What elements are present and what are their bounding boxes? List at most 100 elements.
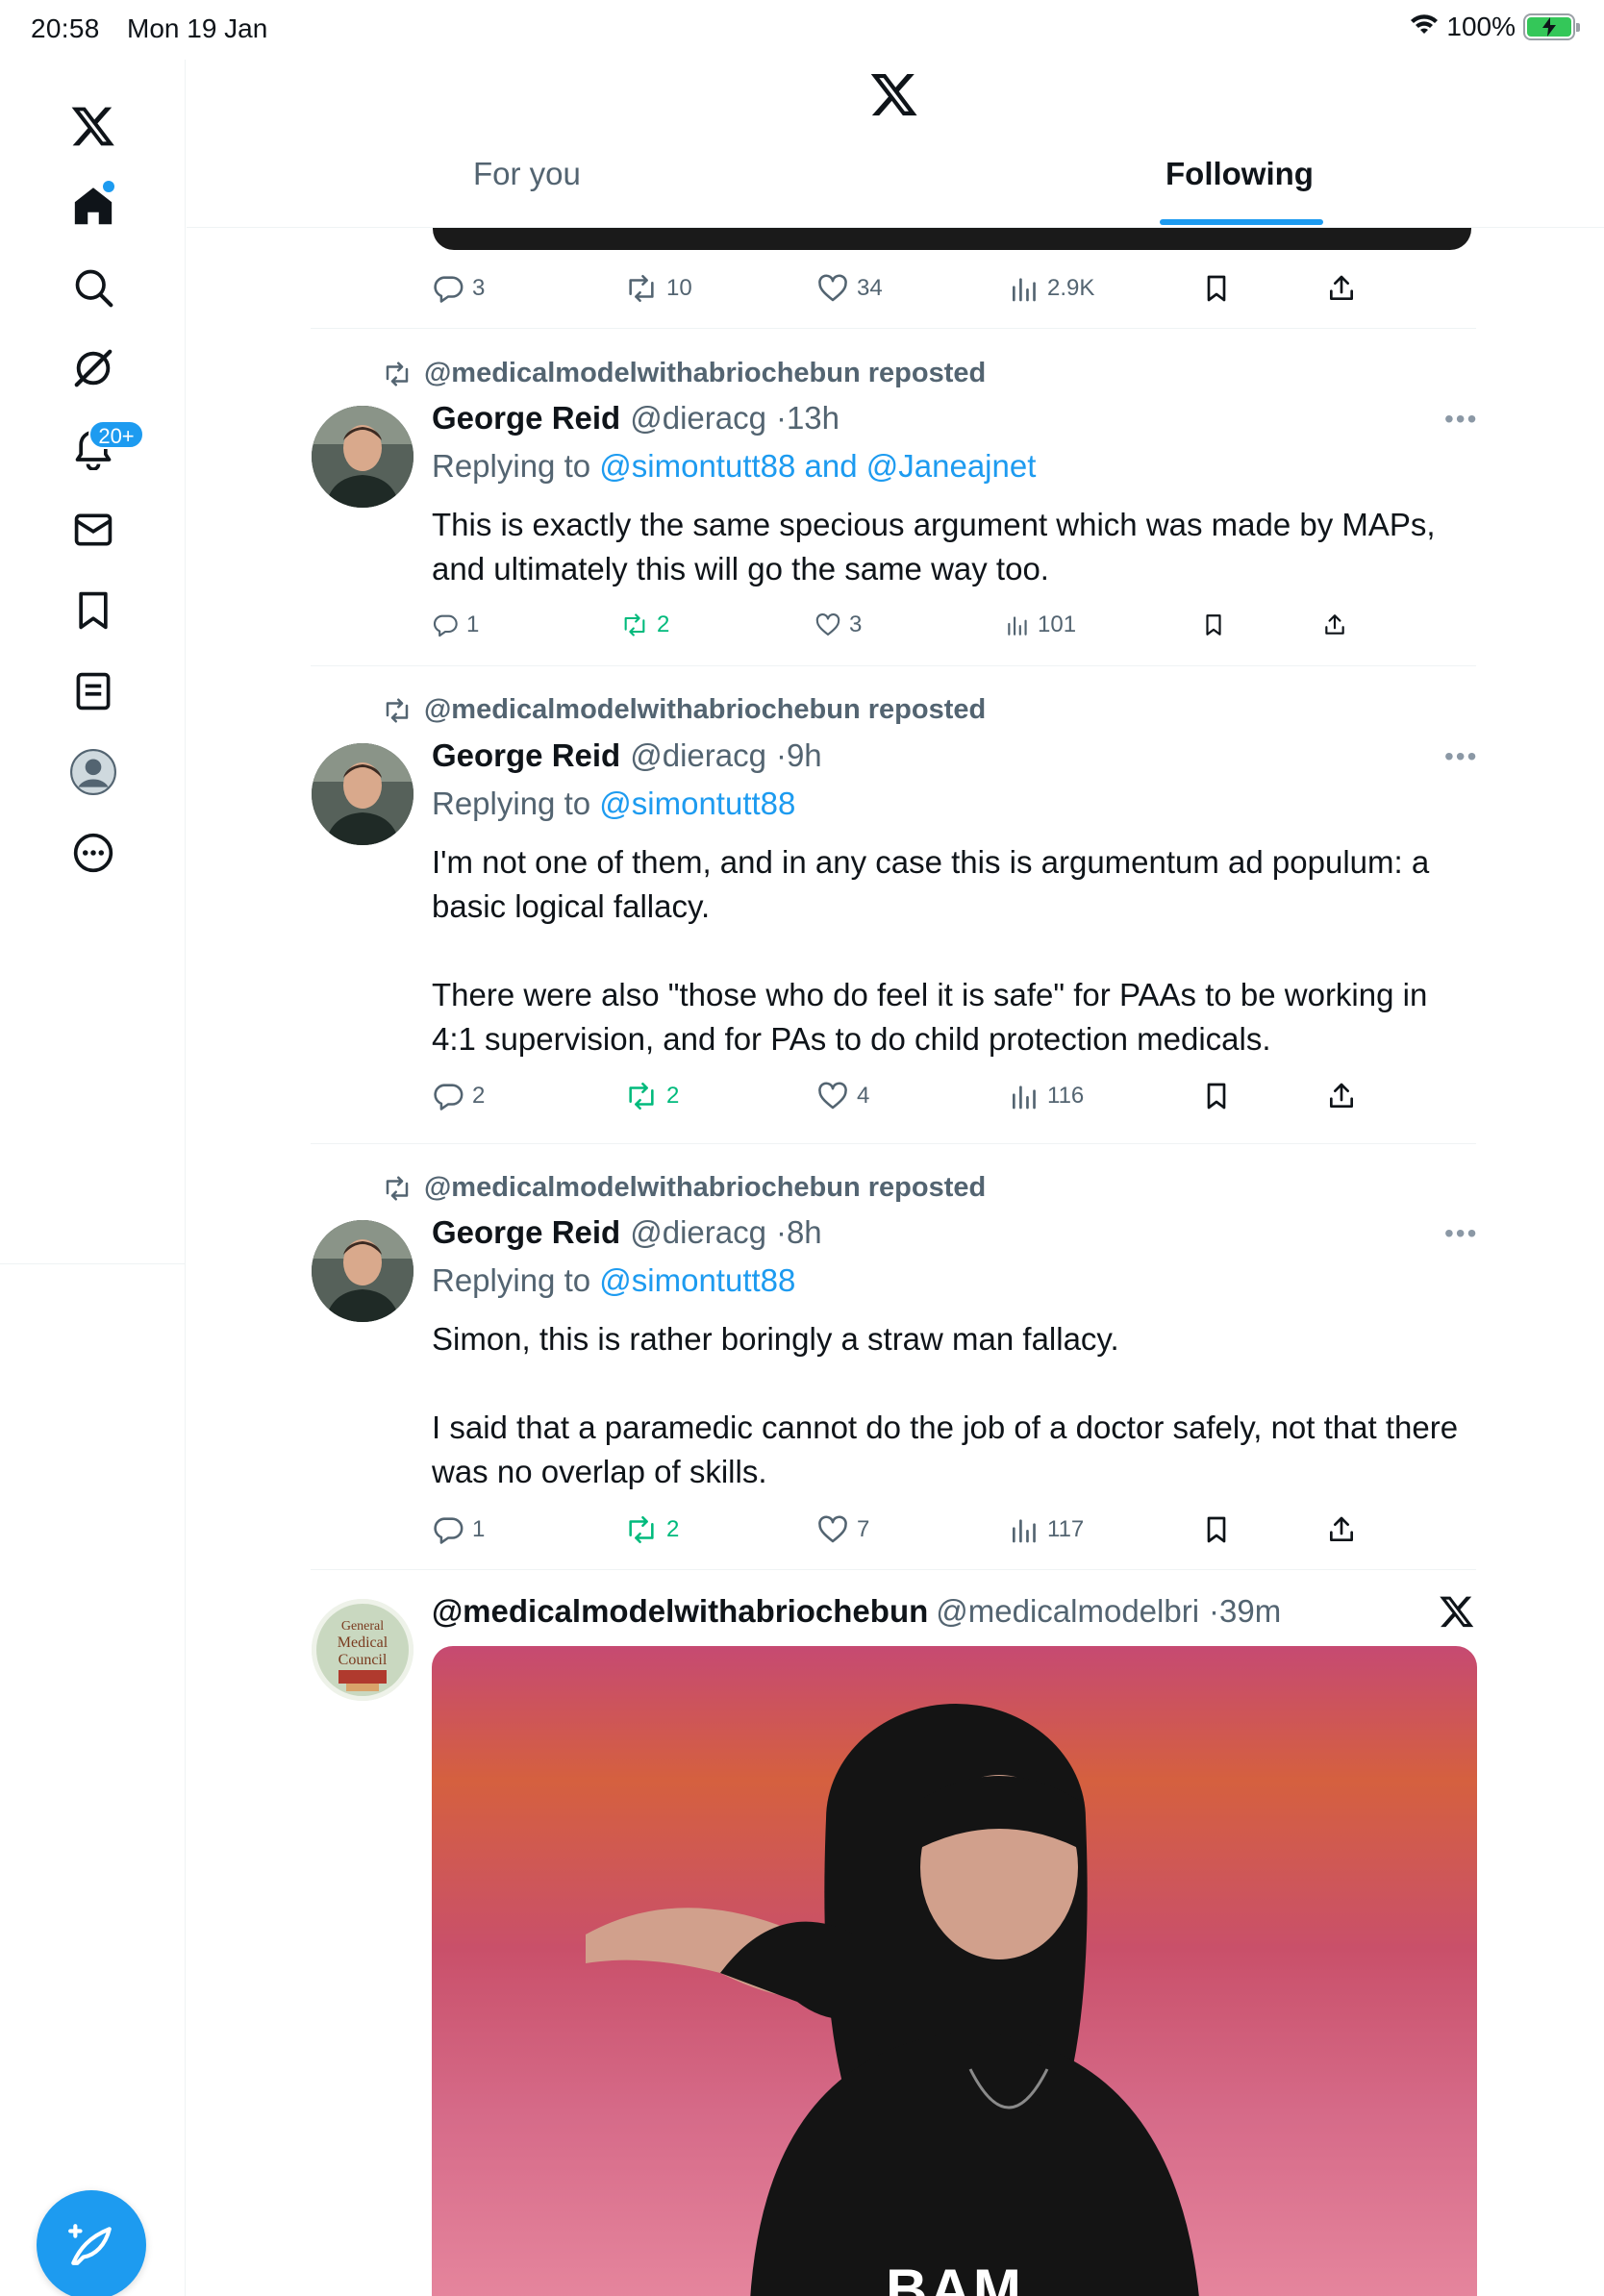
- like-button[interactable]: 4: [816, 1075, 869, 1117]
- messages-icon[interactable]: [50, 487, 137, 573]
- author-handle[interactable]: @medicalmodelbri: [936, 1593, 1199, 1630]
- repost-context: @medicalmodelwithabriochebun reposted: [382, 694, 986, 726]
- author-handle[interactable]: @dieracg: [630, 1214, 766, 1251]
- replying-to-prefix: Replying to: [432, 448, 591, 484]
- avatar[interactable]: General Medical Council: [312, 1599, 414, 1701]
- repost-context-label: @medicalmodelwithabriochebun reposted: [424, 1172, 987, 1203]
- replying-to-link[interactable]: @simontutt88 and @Janeajnet: [599, 448, 1036, 484]
- share-button[interactable]: [1326, 1075, 1357, 1117]
- repost-context: @medicalmodelwithabriochebun reposted: [382, 358, 986, 389]
- replying-to-link[interactable]: @simontutt88: [599, 1262, 795, 1298]
- separator-dot: ·: [1209, 1593, 1220, 1629]
- bookmark-button[interactable]: [1201, 604, 1226, 646]
- repost-count: 10: [666, 275, 692, 301]
- author-handle[interactable]: @dieracg: [630, 400, 766, 437]
- lists-icon[interactable]: [50, 648, 137, 735]
- share-button[interactable]: [1326, 267, 1357, 310]
- repost-count: 2: [657, 611, 670, 637]
- bookmark-button[interactable]: [1201, 267, 1232, 310]
- notifications-bell-icon[interactable]: 20+: [50, 406, 144, 492]
- x-header-logo-icon[interactable]: [869, 69, 919, 124]
- like-count: 7: [857, 1516, 870, 1542]
- author-name[interactable]: George Reid: [432, 1214, 620, 1251]
- post-author-line: George Reid @dieracg · 13h: [432, 400, 840, 437]
- post-time[interactable]: 39m: [1219, 1593, 1281, 1630]
- heart-icon: [818, 1082, 847, 1110]
- post-gif-media[interactable]: BAM: [432, 1646, 1477, 2296]
- bookmark-button[interactable]: [1201, 1075, 1232, 1117]
- like-count: 34: [857, 275, 883, 301]
- reply-count: 1: [472, 1516, 486, 1542]
- sidebar: 20+: [0, 60, 186, 2296]
- views-button[interactable]: 117: [1009, 1509, 1084, 1551]
- like-button[interactable]: 3: [815, 604, 862, 646]
- post-author-line: George Reid @dieracg · 9h: [432, 737, 822, 774]
- repost-icon: [624, 613, 645, 636]
- repost-button[interactable]: 2: [620, 604, 669, 646]
- author-name[interactable]: George Reid: [432, 400, 620, 437]
- more-icon[interactable]: [50, 810, 137, 896]
- profile-avatar-icon[interactable]: [50, 729, 137, 815]
- post-text: Simon, this is rather boringly a straw m…: [432, 1321, 1459, 1489]
- bookmark-icon: [1207, 1083, 1226, 1110]
- reply-icon: [433, 614, 458, 637]
- x-post-source-icon[interactable]: [1439, 1593, 1475, 1635]
- bookmark-icon: [1206, 614, 1221, 636]
- post-more-icon[interactable]: •••: [1444, 1218, 1478, 1249]
- bookmark-icon: [1207, 1516, 1226, 1543]
- reply-count: 2: [472, 1083, 486, 1109]
- author-name[interactable]: @medicalmodelwithabriochebun: [432, 1593, 928, 1630]
- post-divider: [311, 1569, 1476, 1570]
- repost-button[interactable]: 10: [624, 267, 692, 310]
- share-button[interactable]: [1326, 1509, 1357, 1551]
- views-button[interactable]: 101: [1005, 604, 1076, 646]
- home-icon[interactable]: [50, 163, 137, 250]
- post-time[interactable]: 9h: [787, 737, 822, 774]
- like-button[interactable]: 34: [816, 267, 883, 310]
- avatar[interactable]: [312, 743, 414, 845]
- grok-icon[interactable]: [50, 325, 137, 412]
- x-logo-icon[interactable]: [50, 83, 137, 169]
- repost-count: 2: [666, 1083, 680, 1109]
- repost-context-label: @medicalmodelwithabriochebun reposted: [424, 694, 987, 725]
- reply-button[interactable]: 2: [432, 1075, 485, 1117]
- share-button[interactable]: [1322, 604, 1347, 646]
- compose-post-button[interactable]: [37, 2190, 146, 2296]
- post-time[interactable]: 8h: [787, 1214, 822, 1251]
- avatar[interactable]: [312, 406, 414, 508]
- post-more-icon[interactable]: •••: [1444, 741, 1478, 772]
- reply-icon: [434, 276, 464, 303]
- bookmark-button[interactable]: [1201, 1509, 1232, 1551]
- tab-for-you[interactable]: For you: [473, 156, 581, 192]
- post-time[interactable]: 13h: [787, 400, 840, 437]
- replying-to-prefix: Replying to: [432, 1262, 591, 1298]
- like-button[interactable]: 7: [816, 1509, 869, 1551]
- views-button[interactable]: 2.9K: [1009, 267, 1094, 310]
- reply-button[interactable]: 1: [432, 1509, 485, 1551]
- repost-icon: [629, 1515, 654, 1544]
- views-count: 101: [1038, 611, 1077, 637]
- views-icon: [1013, 1086, 1036, 1110]
- search-icon[interactable]: [50, 244, 137, 331]
- post-more-icon[interactable]: •••: [1444, 404, 1478, 435]
- repost-button[interactable]: 2: [624, 1509, 679, 1551]
- reply-button[interactable]: 1: [432, 604, 479, 646]
- repost-button[interactable]: 2: [624, 1075, 679, 1117]
- avatar[interactable]: [312, 1220, 414, 1322]
- tab-following[interactable]: Following: [1165, 156, 1314, 192]
- reply-button[interactable]: 3: [432, 267, 485, 310]
- previous-post-actions: 3 10 34 2.9K: [432, 267, 1393, 310]
- share-icon: [1330, 275, 1353, 300]
- views-icon: [1008, 616, 1027, 636]
- heart-icon: [818, 1515, 847, 1543]
- reply-count: 3: [472, 275, 486, 301]
- author-name[interactable]: George Reid: [432, 737, 620, 774]
- post-actions: 2 2 4 116: [432, 1075, 1393, 1117]
- views-count: 117: [1047, 1516, 1085, 1542]
- avatar-text-general: General: [341, 1619, 384, 1634]
- replying-to-link[interactable]: @simontutt88: [599, 786, 795, 821]
- heart-icon: [818, 274, 847, 302]
- bookmarks-icon[interactable]: [50, 567, 137, 654]
- author-handle[interactable]: @dieracg: [630, 737, 766, 774]
- views-button[interactable]: 116: [1009, 1075, 1084, 1117]
